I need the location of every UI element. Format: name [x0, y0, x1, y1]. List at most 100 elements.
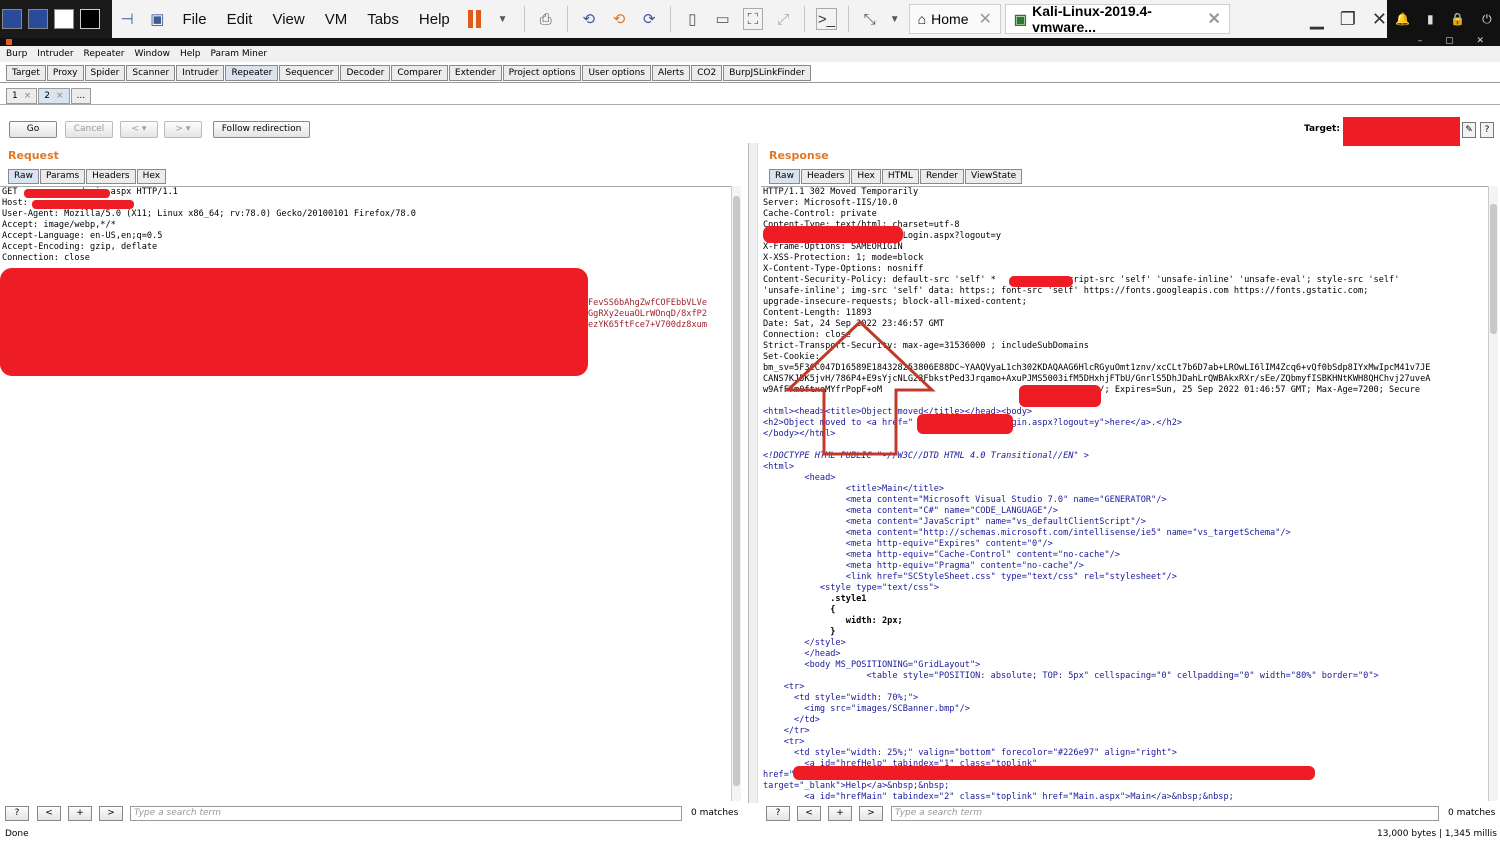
tab-repeater[interactable]: Repeater	[225, 65, 279, 81]
request-text[interactable]: GET /main.aspx HTTP/1.1Host:User-Agent: …	[0, 187, 740, 264]
tab-target[interactable]: Target	[6, 65, 46, 81]
file-manager-icon[interactable]	[54, 9, 74, 29]
menu-intruder[interactable]: Intruder	[37, 49, 73, 59]
workspace-icon[interactable]	[28, 9, 48, 29]
library-view-icon[interactable]: ▯	[682, 8, 702, 30]
response-editor[interactable]: HTTP/1.1 302 Moved Temporarily Server: Mi…	[761, 186, 1488, 801]
vm-tab-home[interactable]: ⌂ Home ✕	[908, 4, 1001, 34]
repeater-tab-1[interactable]: 1 ×	[6, 88, 38, 104]
power-icon[interactable]: ⏻	[1482, 12, 1492, 27]
kali-menu-icon[interactable]	[2, 9, 22, 29]
tab-user-options[interactable]: User options	[582, 65, 651, 81]
tab-params[interactable]: Params	[39, 169, 86, 184]
tab-headers[interactable]: Headers	[86, 169, 136, 184]
pause-icon[interactable]	[467, 10, 482, 28]
menu-view[interactable]: View	[272, 11, 304, 28]
search-add-button[interactable]: +	[828, 806, 852, 821]
restore-icon[interactable]: ❐	[1340, 9, 1356, 30]
request-search-input[interactable]: Type a search term	[130, 806, 682, 821]
minimize-icon[interactable]: ▁	[1310, 9, 1324, 30]
target-host-redacted[interactable]	[1343, 117, 1460, 146]
tab-co2[interactable]: CO2	[691, 65, 723, 81]
edit-target-icon[interactable]: ✎	[1462, 122, 1476, 138]
tab-project-options[interactable]: Project options	[502, 65, 582, 81]
terminal-icon[interactable]	[80, 9, 100, 29]
forward-button[interactable]: > ▾	[164, 121, 202, 138]
go-button[interactable]: Go	[9, 121, 57, 138]
snapshot-icon[interactable]: ⟲	[579, 8, 599, 30]
tab-hex[interactable]: Hex	[136, 169, 167, 184]
repeater-tab-new[interactable]: ...	[70, 88, 92, 104]
notification-icon[interactable]: 🔔	[1395, 12, 1410, 26]
revert-snapshot-icon[interactable]: ⟲	[609, 8, 629, 30]
tab-intruder[interactable]: Intruder	[176, 65, 225, 81]
battery-icon[interactable]: ▮	[1427, 12, 1434, 26]
response-text[interactable]: HTTP/1.1 302 Moved Temporarily Server: Mi…	[761, 187, 1488, 801]
response-search-input[interactable]: Type a search term	[891, 806, 1439, 821]
menu-window[interactable]: Window	[134, 49, 170, 59]
menu-tabs[interactable]: Tabs	[367, 11, 399, 28]
cancel-button[interactable]: Cancel	[65, 121, 113, 138]
search-prev-button[interactable]: <	[797, 806, 821, 821]
request-scrollbar[interactable]	[731, 186, 741, 801]
vm-tab-kali[interactable]: ▣ Kali-Linux-2019.4-vmware... ✕	[1004, 3, 1230, 35]
scroll-thumb[interactable]	[733, 196, 740, 786]
chevron-down-icon[interactable]: ▼	[492, 8, 512, 30]
split-divider[interactable]	[748, 143, 758, 803]
tab-sequencer[interactable]: Sequencer	[279, 65, 340, 81]
back-button[interactable]: < ▾	[120, 121, 158, 138]
menu-help[interactable]: Help	[419, 11, 450, 28]
tab-raw[interactable]: Raw	[769, 169, 800, 184]
tab-hex[interactable]: Hex	[851, 169, 881, 184]
console-icon[interactable]: >_	[816, 8, 837, 30]
tab-alerts[interactable]: Alerts	[651, 65, 691, 81]
window-buttons[interactable]: – ▢ ✕	[1418, 36, 1494, 46]
tab-scanner[interactable]: Scanner	[126, 65, 176, 81]
tab-raw[interactable]: Raw	[8, 169, 39, 184]
menu-help[interactable]: Help	[180, 49, 201, 59]
stretch-icon[interactable]: ⤡	[860, 8, 880, 30]
tab-headers[interactable]: Headers	[800, 169, 851, 184]
full-screen-icon[interactable]: ⛶	[742, 8, 764, 30]
tab-viewstate[interactable]: ViewState	[964, 169, 1023, 184]
tab-html[interactable]: HTML	[881, 169, 919, 184]
search-prev-button[interactable]: <	[37, 806, 61, 821]
send-keys-icon[interactable]: ⎙	[536, 8, 556, 30]
response-scrollbar[interactable]	[1488, 186, 1498, 801]
snapshot-manager-icon[interactable]: ⟳	[639, 8, 659, 30]
tab-extender[interactable]: Extender	[448, 65, 502, 81]
repeater-tab-2[interactable]: 2 ×	[38, 88, 70, 104]
close-window-icon[interactable]: ✕	[1372, 9, 1387, 30]
tab-spider[interactable]: Spider	[84, 65, 126, 81]
search-add-button[interactable]: +	[68, 806, 92, 821]
close-icon[interactable]: ×	[56, 91, 64, 101]
menu-repeater[interactable]: Repeater	[84, 49, 125, 59]
tab-decoder[interactable]: Decoder	[340, 65, 391, 81]
search-next-button[interactable]: >	[859, 806, 883, 821]
tab-burpjslinkfinder[interactable]: BurpJSLinkFinder	[723, 65, 811, 81]
scroll-thumb[interactable]	[1490, 204, 1497, 334]
search-next-button[interactable]: >	[99, 806, 123, 821]
search-help-button[interactable]: ?	[5, 806, 29, 821]
tab-comparer[interactable]: Comparer	[391, 65, 448, 81]
request-editor[interactable]: GET /main.aspx HTTP/1.1Host:User-Agent: …	[0, 186, 740, 801]
help-icon[interactable]: ?	[1480, 122, 1494, 138]
menu-file[interactable]: File	[182, 11, 206, 28]
menu-burp[interactable]: Burp	[6, 49, 27, 59]
tab-render[interactable]: Render	[919, 169, 964, 184]
menu-vm[interactable]: VM	[325, 11, 348, 28]
follow-redirection-button[interactable]: Follow redirection	[213, 121, 310, 138]
close-icon[interactable]: ✕	[979, 9, 992, 29]
tab-proxy[interactable]: Proxy	[46, 65, 84, 81]
chevron-down-icon[interactable]: ▼	[890, 8, 900, 30]
thumbnail-view-icon[interactable]: ▭	[713, 8, 733, 30]
unity-icon[interactable]: ⤢	[773, 8, 793, 30]
close-icon[interactable]: ×	[24, 91, 32, 101]
menu-edit[interactable]: Edit	[227, 11, 253, 28]
menu-param-miner[interactable]: Param Miner	[211, 49, 268, 59]
search-help-button[interactable]: ?	[766, 806, 790, 821]
pin-icon[interactable]: ⊣	[117, 8, 137, 30]
lock-icon[interactable]: 🔒	[1450, 12, 1465, 26]
response-header-line: X-XSS-Protection: 1; mode=block	[763, 253, 924, 263]
close-icon[interactable]: ✕	[1208, 9, 1221, 29]
